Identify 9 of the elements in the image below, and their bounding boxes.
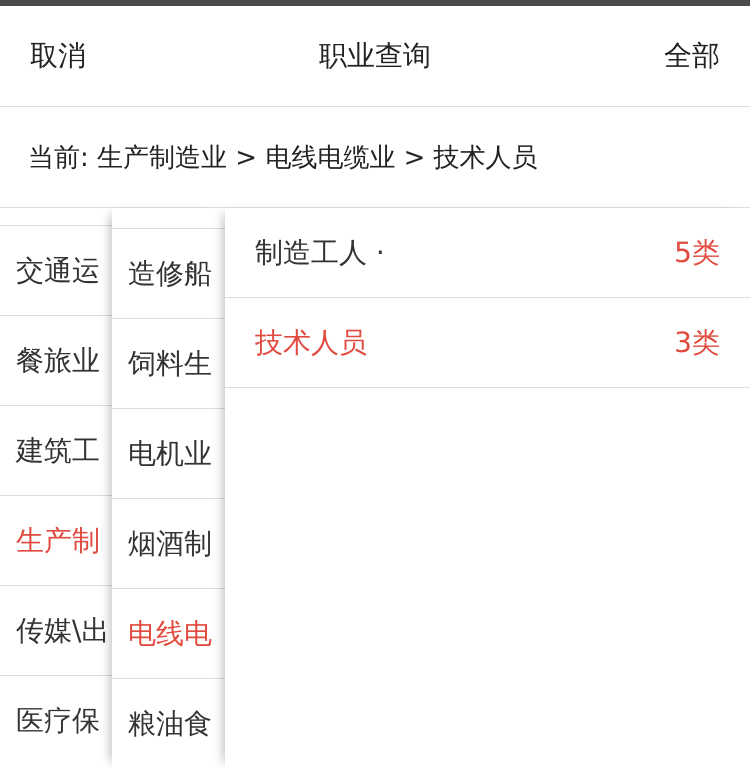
count-label: 5类 — [674, 234, 720, 270]
page-title: 职业查询 — [319, 38, 431, 74]
occupation-item[interactable]: 技术人员 3类 — [225, 298, 750, 388]
count-label: 3类 — [674, 324, 720, 360]
occupation-label: 技术人员 — [255, 324, 367, 360]
occupation-item[interactable]: 制造工人 · 5类 — [225, 208, 750, 298]
occupation-label: 制造工人 · — [255, 234, 385, 270]
all-button[interactable]: 全部 — [664, 37, 720, 75]
cancel-button[interactable]: 取消 — [30, 37, 86, 75]
